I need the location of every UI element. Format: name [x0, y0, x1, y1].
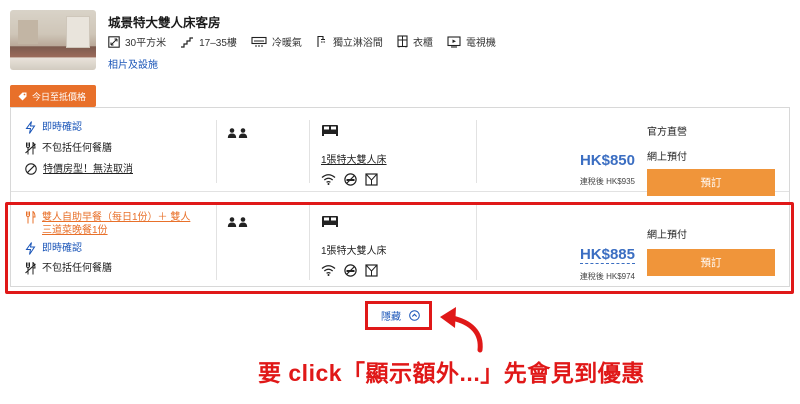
amenity-floor-label: 17–35樓	[199, 38, 237, 49]
ac-icon	[251, 36, 267, 47]
wardrobe-icon	[397, 35, 408, 48]
offer-row-2: 雙人自助早餐（每日1份）＋ 雙人三道菜晚餐1份 即時確認 不包括任何餐膳 1張特…	[11, 192, 789, 288]
amenity-tv: 電視機	[447, 34, 496, 49]
window-icon	[365, 173, 378, 186]
cutlery-icon	[25, 262, 36, 275]
room-title: 城景特大雙人床客房	[108, 16, 221, 30]
offer-table: 即時確認 不包括任何餐膳 特價房型！無法取消 1張特大雙人床 HK$850 連稅…	[10, 107, 790, 287]
payment-col: 官方直營 網上預付 預訂	[647, 123, 775, 196]
no-meal: 不包括任何餐膳	[25, 142, 112, 155]
wifi-icon	[321, 174, 336, 185]
no-cancel-icon	[25, 163, 37, 175]
tag-icon	[18, 92, 27, 100]
floor-icon	[181, 36, 194, 48]
col-divider	[476, 204, 477, 280]
tv-icon	[447, 35, 461, 48]
bed-type: 1張特大雙人床	[321, 246, 387, 257]
bed-info: 1張特大雙人床	[321, 123, 387, 186]
bed-icon	[322, 125, 338, 136]
price[interactable]: HK$885	[579, 246, 635, 264]
cutlery-icon	[26, 211, 36, 224]
no-smoking-icon	[344, 173, 357, 186]
area-icon	[108, 35, 120, 48]
amenity-ac-label: 冷暖氣	[271, 38, 302, 49]
hide-button[interactable]: 隱藏	[381, 308, 420, 323]
amenity-wardrobe: 衣櫃	[397, 34, 433, 49]
offer-row-1: 即時確認 不包括任何餐膳 特價房型！無法取消 1張特大雙人床 HK$850 連稅…	[11, 108, 789, 196]
amenity-area: 30平方米	[108, 34, 166, 49]
annotation-text: 要 click「顯示額外...」先會見到優惠	[258, 360, 645, 386]
bed-info: 1張特大雙人床	[321, 214, 387, 277]
annotation-arrow-icon	[440, 307, 483, 353]
room-photo[interactable]	[10, 10, 96, 70]
bed-icon	[322, 216, 338, 227]
payment-col: 網上預付 預訂	[647, 226, 775, 276]
amenity-shower-label: 獨立淋浴間	[332, 38, 383, 49]
chevron-up-icon	[409, 310, 420, 321]
non-refundable[interactable]: 特價房型！無法取消	[25, 163, 133, 176]
amenity-list: 30平方米 17–35樓 冷暖氣 獨立淋浴間 衣櫃 電視機	[108, 34, 510, 49]
instant-confirm: 即時確認	[25, 242, 82, 255]
col-divider	[309, 204, 310, 280]
best-price-label: 今日至抵價格	[32, 91, 87, 102]
room-feature-icons	[321, 264, 387, 277]
price-block: HK$850 連稅後 HK$935	[580, 152, 635, 187]
col-divider	[476, 120, 477, 183]
col-divider	[216, 204, 217, 280]
price-after-tax: 連稅後 HK$935	[579, 177, 635, 186]
col-divider	[216, 120, 217, 183]
best-price-tag: 今日至抵價格	[10, 85, 97, 107]
amenity-floor: 17–35樓	[180, 34, 237, 49]
offers-section: 今日至抵價格 即時確認 不包括任何餐膳 特價房型！無法取消 1張特大雙人床 HK…	[10, 85, 790, 300]
price: HK$850	[579, 152, 635, 169]
lightning-icon	[25, 121, 36, 134]
prepay-online: 網上預付	[647, 230, 687, 241]
bed-type[interactable]: 1張特大雙人床	[321, 151, 387, 166]
amenity-tv-label: 電視機	[465, 38, 496, 49]
shower-icon	[317, 35, 325, 47]
window-icon	[365, 264, 378, 277]
cutlery-icon	[25, 142, 36, 155]
official-direct: 官方直營	[647, 127, 687, 138]
book-button[interactable]: 預訂	[647, 249, 775, 276]
breakfast-dinner-package[interactable]: 雙人自助早餐（每日1份）＋ 雙人三道菜晚餐1份	[25, 211, 200, 237]
no-meal: 不包括任何餐膳	[25, 262, 112, 275]
room-feature-icons	[321, 173, 387, 186]
amenity-wardrobe-label: 衣櫃	[412, 38, 433, 49]
amenity-ac: 冷暖氣	[251, 34, 302, 49]
instant-confirm: 即時確認	[25, 121, 82, 134]
col-divider	[309, 120, 310, 183]
room-header: 城景特大雙人床客房 30平方米 17–35樓 冷暖氣 獨立淋浴間 衣櫃 電視機 …	[0, 0, 800, 82]
no-smoking-icon	[344, 264, 357, 277]
hide-label: 隱藏	[381, 312, 401, 323]
guests-icon	[227, 125, 249, 143]
wifi-icon	[321, 265, 336, 276]
guests-icon	[227, 214, 249, 232]
price-block: HK$885 連稅後 HK$974	[579, 246, 635, 282]
amenity-area-label: 30平方米	[125, 38, 167, 49]
prepay-online: 網上預付	[647, 152, 687, 163]
price-after-tax: 連稅後 HK$974	[579, 272, 635, 281]
amenity-shower: 獨立淋浴間	[316, 34, 383, 49]
photos-link[interactable]: 相片及設施	[108, 56, 158, 71]
lightning-icon	[25, 242, 36, 255]
